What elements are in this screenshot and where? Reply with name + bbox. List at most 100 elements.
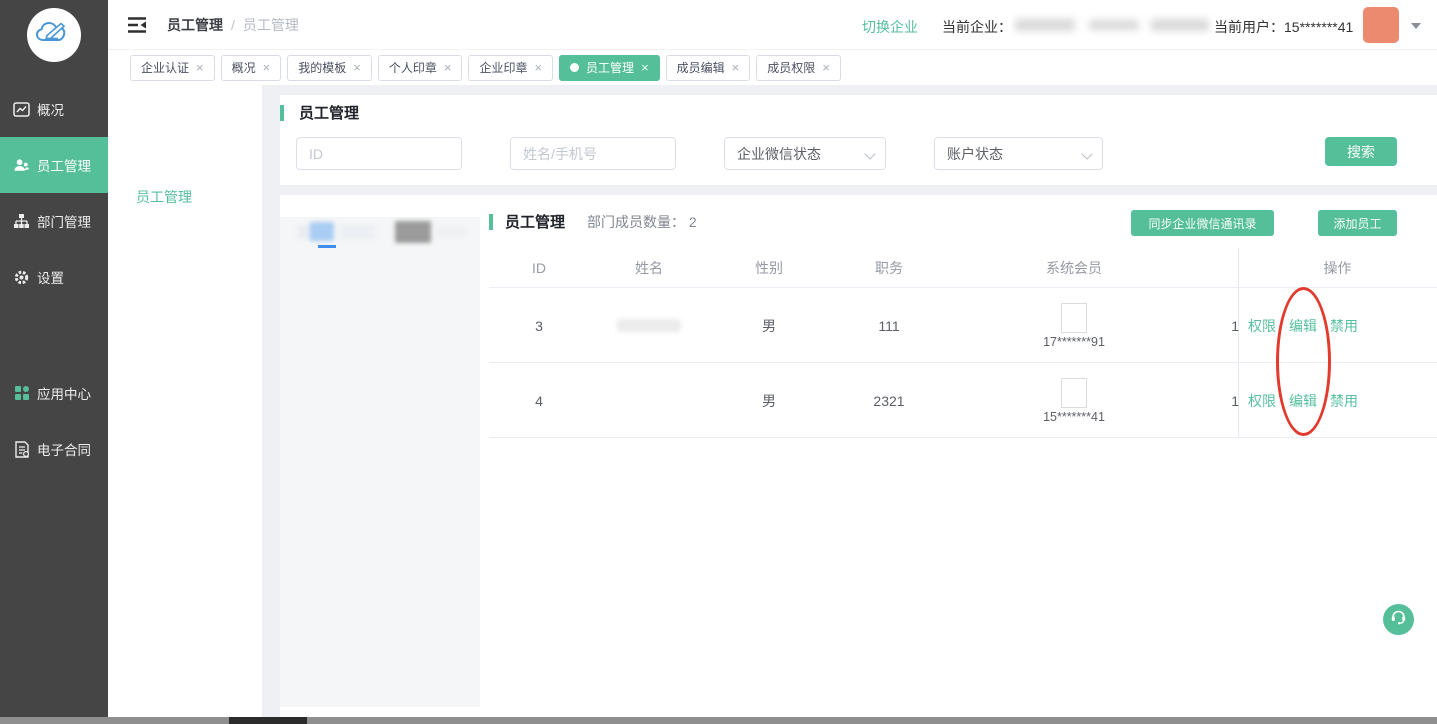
help-support-button[interactable] bbox=[1383, 604, 1414, 635]
close-icon[interactable]: × bbox=[534, 61, 542, 74]
app-logo[interactable] bbox=[27, 8, 81, 62]
breadcrumb-page: 员工管理 bbox=[243, 15, 299, 35]
account-status-select[interactable]: 账户状态 bbox=[934, 137, 1103, 170]
current-user-label: 当前用户：15*******41 bbox=[1214, 17, 1353, 37]
gear-icon bbox=[13, 269, 30, 286]
employees-section-title: 员工管理 bbox=[505, 211, 565, 232]
close-icon[interactable]: × bbox=[196, 61, 204, 74]
edit-link[interactable]: 编辑 bbox=[1289, 316, 1317, 336]
disable-link[interactable]: 禁用 bbox=[1330, 391, 1358, 411]
member-phone: 17*******91 bbox=[1043, 335, 1105, 349]
member-count-value: 2 bbox=[689, 214, 697, 230]
switch-company-link[interactable]: 切换企业 bbox=[862, 17, 918, 37]
breadcrumb: 员工管理 / 员工管理 bbox=[167, 0, 299, 50]
add-employee-button[interactable]: 添加员工 bbox=[1318, 210, 1397, 236]
search-button[interactable]: 搜索 bbox=[1325, 137, 1397, 166]
member-phone: 15*******41 bbox=[1043, 410, 1105, 424]
permission-link[interactable]: 权限 bbox=[1248, 316, 1276, 336]
column-header-gender: 性别 bbox=[709, 248, 829, 288]
tab-personal-seal[interactable]: 个人印章× bbox=[378, 55, 463, 81]
member-avatar bbox=[1061, 378, 1087, 408]
employees-card: 员工管理 部门成员数量： 2 同步企业微信通讯录 添加员工 ID 姓名 性别 职… bbox=[280, 195, 1437, 724]
sidebar-item-overview[interactable]: 概况 bbox=[0, 81, 108, 137]
cell-dept-count: 1 bbox=[1219, 363, 1239, 438]
close-icon[interactable]: × bbox=[732, 61, 740, 74]
close-icon[interactable]: × bbox=[263, 61, 271, 74]
secondary-sidebar-item-employees[interactable]: 员工管理 bbox=[136, 187, 192, 207]
close-icon[interactable]: × bbox=[444, 61, 452, 74]
tab-enterprise-seal[interactable]: 企业印章× bbox=[468, 55, 553, 81]
redaction-blur bbox=[617, 319, 681, 332]
sidebar-item-settings[interactable]: 设置 bbox=[0, 249, 108, 305]
user-menu-caret-icon[interactable] bbox=[1411, 23, 1421, 29]
apps-icon bbox=[13, 385, 30, 402]
column-header-position: 职务 bbox=[829, 248, 949, 288]
tab-my-templates[interactable]: 我的模板× bbox=[287, 55, 372, 81]
sidebar-item-e-contract[interactable]: 电子合同 bbox=[0, 421, 108, 477]
tab-member-permission[interactable]: 成员权限× bbox=[756, 55, 841, 81]
close-icon[interactable]: × bbox=[353, 61, 361, 74]
sidebar: 概况 员工管理 部门管理 设置 应用中心 bbox=[0, 0, 108, 724]
table-row: 3 男 111 17*******91 1 权限 编辑 禁用 bbox=[489, 288, 1437, 363]
column-header-id: ID bbox=[489, 248, 589, 288]
sidebar-item-label: 概况 bbox=[37, 99, 64, 119]
sidebar-item-employees[interactable]: 员工管理 bbox=[0, 137, 108, 193]
cell-system-member: 17*******91 bbox=[949, 288, 1199, 363]
disable-link[interactable]: 禁用 bbox=[1330, 316, 1358, 336]
sidebar-item-label: 应用中心 bbox=[37, 383, 91, 403]
horizontal-scrollbar[interactable] bbox=[0, 717, 1437, 724]
user-avatar[interactable] bbox=[1363, 7, 1399, 43]
scrollbar-thumb[interactable] bbox=[229, 717, 307, 724]
cloud-pen-logo-icon bbox=[35, 16, 73, 55]
chevron-down-icon bbox=[864, 148, 875, 159]
filter-section-title: 员工管理 bbox=[299, 102, 359, 123]
tab-bar: 企业认证× 概况× 我的模板× 个人印章× 企业印章× 员工管理× 成员编辑× … bbox=[108, 50, 1437, 85]
cell-gender: 男 bbox=[709, 288, 829, 363]
sidebar-item-label: 部门管理 bbox=[37, 211, 91, 231]
cell-gender: 男 bbox=[709, 363, 829, 438]
name-phone-input[interactable] bbox=[510, 137, 676, 170]
contract-icon bbox=[13, 441, 30, 458]
chevron-down-icon bbox=[1081, 148, 1092, 159]
close-icon[interactable]: × bbox=[641, 61, 649, 74]
tab-overview[interactable]: 概况× bbox=[221, 55, 282, 81]
member-count: 部门成员数量： 2 bbox=[587, 212, 697, 232]
tab-enterprise-auth[interactable]: 企业认证× bbox=[130, 55, 215, 81]
org-icon bbox=[13, 213, 30, 230]
sidebar-item-departments[interactable]: 部门管理 bbox=[0, 193, 108, 249]
id-input[interactable] bbox=[296, 137, 462, 170]
tab-member-edit[interactable]: 成员编辑× bbox=[666, 55, 751, 81]
department-tree-panel[interactable] bbox=[280, 217, 480, 707]
permission-link[interactable]: 权限 bbox=[1248, 391, 1276, 411]
row-actions: 权限 编辑 禁用 bbox=[1248, 363, 1358, 438]
sidebar-collapse-icon[interactable] bbox=[127, 16, 147, 34]
column-header-actions: 操作 bbox=[1238, 248, 1437, 288]
sidebar-item-label: 设置 bbox=[37, 267, 64, 287]
close-icon[interactable]: × bbox=[822, 61, 830, 74]
section-accent-bar bbox=[280, 105, 284, 121]
member-avatar bbox=[1061, 303, 1087, 333]
sidebar-item-label: 电子合同 bbox=[37, 439, 91, 459]
current-company-label: 当前企业： bbox=[942, 17, 1012, 37]
active-dot-icon bbox=[570, 63, 579, 72]
row-actions: 权限 编辑 禁用 bbox=[1248, 288, 1358, 363]
edit-link[interactable]: 编辑 bbox=[1289, 391, 1317, 411]
sidebar-item-app-center[interactable]: 应用中心 bbox=[0, 365, 108, 421]
sync-wechat-contacts-button[interactable]: 同步企业微信通讯录 bbox=[1131, 210, 1274, 236]
sidebar-item-label: 员工管理 bbox=[37, 155, 91, 175]
headset-icon bbox=[1390, 609, 1407, 630]
member-count-label: 部门成员数量： bbox=[587, 214, 685, 230]
cell-id: 4 bbox=[489, 363, 589, 438]
wechat-status-select[interactable]: 企业微信状态 bbox=[724, 137, 886, 170]
table-header-row: ID 姓名 性别 职务 系统会员 操作 bbox=[489, 248, 1437, 288]
tab-employee-management[interactable]: 员工管理× bbox=[559, 55, 660, 81]
cell-position: 111 bbox=[829, 288, 949, 363]
table-row: 4 男 2321 15*******41 1 权限 编辑 禁用 bbox=[489, 363, 1437, 438]
section-accent-bar bbox=[489, 214, 493, 230]
cell-position: 2321 bbox=[829, 363, 949, 438]
breadcrumb-section[interactable]: 员工管理 bbox=[167, 15, 223, 35]
column-header-name: 姓名 bbox=[589, 248, 709, 288]
app-root: 概况 员工管理 部门管理 设置 应用中心 bbox=[0, 0, 1437, 724]
column-header-member: 系统会员 bbox=[949, 248, 1199, 288]
cell-name-redacted bbox=[589, 288, 709, 363]
